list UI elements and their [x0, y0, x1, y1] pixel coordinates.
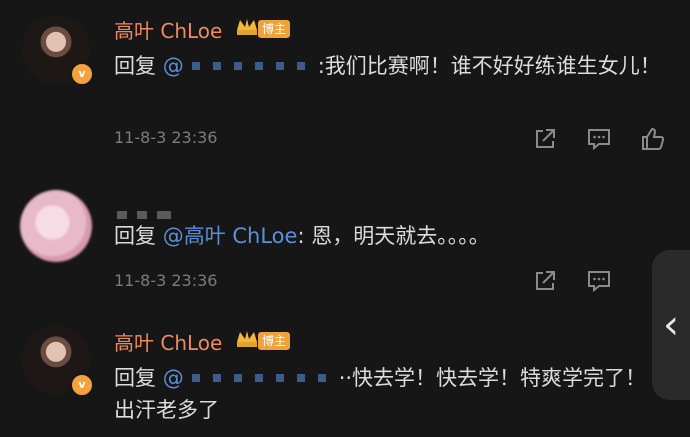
comment-item: v 高叶 ChLoe 博主 回复 @:我们比赛啊！谁不好好练谁生女儿！ 11-8… — [0, 0, 690, 170]
chevron-left-icon[interactable]: ‹ — [652, 250, 690, 400]
comment-icon[interactable] — [586, 268, 612, 294]
reply-prefix: 回复 — [114, 54, 163, 78]
comment-body: 我们比赛啊！谁不好好练谁生女儿！ — [324, 54, 661, 78]
verified-badge-icon: v — [70, 373, 94, 397]
mention-link[interactable]: @高叶 ChLoe — [163, 224, 298, 248]
avatar[interactable] — [20, 190, 92, 262]
mention-link[interactable]: @ — [163, 366, 339, 390]
comment-body: 恩，明天就去。。。。 — [311, 224, 490, 248]
comment-item: 回复 @高叶 ChLoe: 恩，明天就去。。。。 11-8-3 23:36 — [0, 170, 690, 310]
crown-icon — [237, 331, 257, 347]
reply-prefix: 回复 — [114, 366, 163, 390]
timestamp: 11-8-3 23:36 — [114, 128, 218, 147]
share-icon[interactable] — [532, 126, 558, 152]
blogger-tag: 博主 — [258, 332, 291, 350]
comment-icon[interactable] — [586, 126, 612, 152]
like-icon[interactable] — [640, 126, 666, 152]
comment-text: 回复 @:我们比赛啊！谁不好好练谁生女儿！ — [114, 54, 661, 78]
author-name[interactable]: 高叶 ChLoe — [114, 327, 222, 356]
blogger-tag: 博主 — [258, 20, 291, 38]
share-icon[interactable] — [532, 268, 558, 294]
comment-text: 回复 @高叶 ChLoe: 恩，明天就去。。。。 — [114, 224, 490, 248]
reply-prefix: 回复 — [114, 224, 163, 248]
mention-link[interactable]: @ — [163, 54, 318, 78]
comment-item: v 高叶 ChLoe 博主 回复 @ ··快去学！快去学！特爽学完了！出汗老多了 — [0, 310, 690, 437]
timestamp: 11-8-3 23:36 — [114, 271, 218, 290]
crown-icon — [237, 19, 257, 35]
verified-badge-icon: v — [70, 62, 94, 86]
comment-text: 回复 @ ··快去学！快去学！特爽学完了！出汗老多了 — [114, 362, 654, 426]
author-name[interactable]: 高叶 ChLoe — [114, 15, 222, 44]
